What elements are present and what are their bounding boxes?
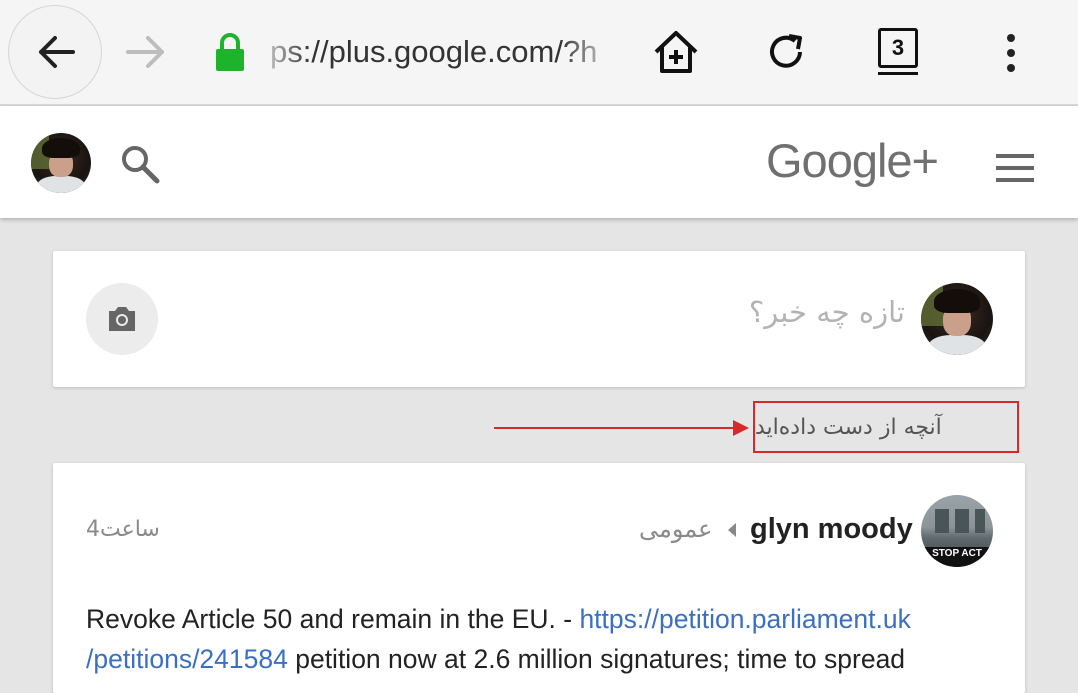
post-body: Revoke Article 50 and remain in the EU. … [86, 599, 996, 679]
camera-icon [109, 307, 135, 331]
search-icon[interactable] [120, 144, 160, 184]
post-author-name[interactable]: glyn moody [750, 513, 913, 546]
tab-switcher-icon [878, 72, 918, 75]
browser-toolbar: ps://plus.google.com/?h 3 [0, 0, 1078, 106]
post-timestamp[interactable]: 4ساعت [86, 517, 160, 542]
avatar[interactable] [31, 133, 91, 193]
caret-left-icon [728, 523, 736, 537]
post-text: Revoke Article 50 and remain in the EU. … [86, 604, 580, 634]
reload-icon[interactable] [764, 30, 808, 74]
back-arrow-icon [39, 36, 75, 68]
back-button[interactable] [8, 5, 102, 99]
avatar [921, 283, 993, 355]
annotation-arrow [494, 427, 746, 429]
camera-button[interactable] [86, 283, 158, 355]
post-visibility: عمومی [639, 515, 713, 543]
gplus-header: Google+ [0, 106, 1078, 218]
google-plus-logo[interactable]: Google+ [766, 134, 939, 188]
annotation-arrow-head [733, 420, 749, 436]
overflow-menu-icon[interactable] [1003, 33, 1019, 73]
petition-link[interactable]: https://petition.parliament.uk [579, 604, 910, 634]
petition-link-continued[interactable]: /petitions/241584 [86, 644, 288, 674]
missed-posts-label[interactable]: آنچه از دست داده‌اید [753, 401, 1019, 453]
post-card: 4ساعت عمومی glyn moody STOP ACT Revoke A… [53, 463, 1025, 693]
url-bar[interactable]: ps://plus.google.com/?h [270, 30, 620, 74]
lock-icon [216, 33, 244, 71]
avatar-banner-text: STOP ACT [921, 547, 993, 567]
tab-switcher-button[interactable]: 3 [878, 28, 918, 68]
post-text-continued: petition now at 2.6 million signatures; … [287, 644, 906, 674]
home-icon[interactable] [652, 28, 700, 76]
share-box[interactable]: تازه چه خبر؟ [53, 251, 1025, 387]
hamburger-menu-icon[interactable] [996, 154, 1034, 184]
share-prompt[interactable]: تازه چه خبر؟ [749, 295, 905, 329]
post-author-avatar[interactable]: STOP ACT [921, 495, 993, 567]
forward-arrow-icon[interactable] [126, 32, 168, 72]
